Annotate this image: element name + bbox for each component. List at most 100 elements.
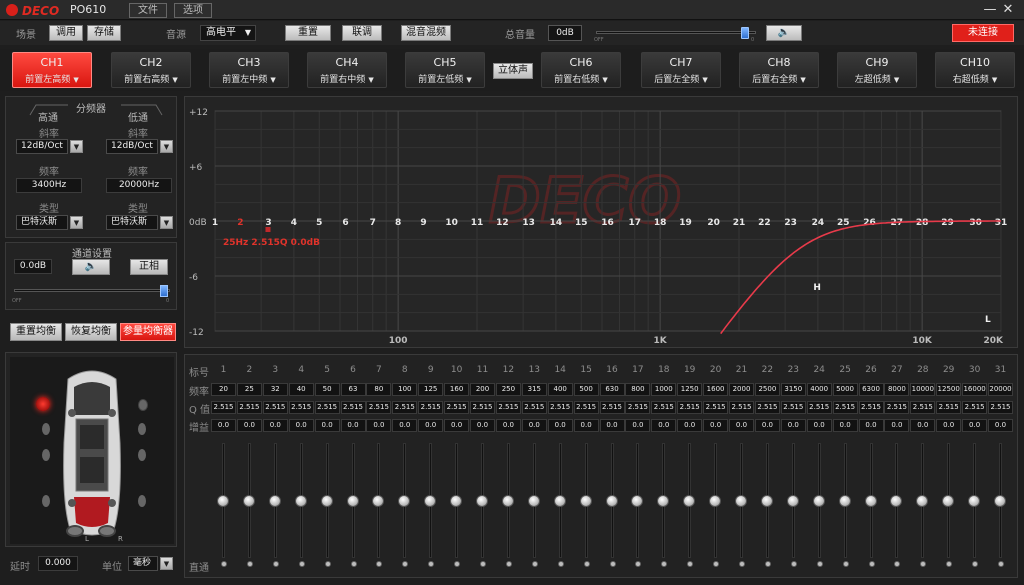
- call-scene-button[interactable]: 调用: [49, 25, 83, 41]
- eq-band-marker[interactable]: 18: [654, 218, 667, 228]
- band-bypass-toggle[interactable]: [816, 561, 823, 567]
- band-frequency-input[interactable]: 40: [288, 383, 314, 396]
- band-gain-handle[interactable]: [683, 494, 696, 507]
- band-bypass-toggle[interactable]: [298, 561, 305, 567]
- band-gain-handle[interactable]: [916, 494, 929, 507]
- band-frequency-input[interactable]: 125: [418, 383, 444, 396]
- band-bypass-toggle[interactable]: [221, 561, 227, 567]
- channel-position-select[interactable]: 前置右高频 ▼: [112, 72, 190, 85]
- hp-type-select[interactable]: 巴特沃斯: [16, 215, 68, 230]
- channel-position-select[interactable]: 后置左全频 ▼: [642, 72, 720, 85]
- band-bypass-toggle[interactable]: [557, 561, 564, 567]
- band-frequency-input[interactable]: 100: [392, 383, 418, 396]
- eq-band-marker[interactable]: 12: [496, 218, 509, 228]
- band-frequency-input[interactable]: 400: [547, 383, 573, 396]
- band-frequency-input[interactable]: 12500: [936, 383, 962, 396]
- lowpass-tab[interactable]: 低通: [128, 109, 148, 124]
- subwoofer-left-icon[interactable]: [66, 525, 84, 537]
- eq-band-marker[interactable]: 9: [420, 218, 426, 228]
- hp-type-dropdown[interactable]: ▼: [70, 216, 83, 229]
- eq-band-marker[interactable]: 23: [784, 218, 797, 228]
- eq-band-marker[interactable]: 21: [733, 218, 746, 228]
- band-gain-input[interactable]: 0.0: [703, 419, 729, 432]
- band-bypass-toggle[interactable]: [246, 561, 253, 567]
- restore-eq-button[interactable]: 恢复均衡: [65, 323, 117, 341]
- band-gain-input[interactable]: 0.0: [573, 419, 599, 432]
- band-q-input[interactable]: 2.515: [729, 401, 754, 414]
- eq-band-marker[interactable]: 4: [291, 218, 297, 228]
- band-bypass-toggle[interactable]: [868, 561, 875, 567]
- band-bypass-toggle[interactable]: [687, 561, 694, 567]
- band-frequency-input[interactable]: 20: [211, 383, 236, 396]
- band-gain-handle[interactable]: [476, 494, 488, 507]
- band-frequency-input[interactable]: 16000: [962, 383, 988, 396]
- channel-position-select[interactable]: 前置左高频 ▼: [13, 72, 91, 85]
- band-q-input[interactable]: 2.515: [236, 401, 262, 414]
- file-menu[interactable]: 文件: [129, 3, 167, 18]
- band-q-input[interactable]: 2.515: [884, 401, 910, 414]
- band-gain-handle[interactable]: [864, 494, 877, 507]
- channel-button-1[interactable]: CH1 前置左高频 ▼: [12, 52, 92, 88]
- band-bypass-toggle[interactable]: [454, 561, 461, 567]
- lp-type-select[interactable]: 巴特沃斯: [106, 215, 158, 230]
- band-frequency-input[interactable]: 32: [262, 383, 288, 396]
- band-q-input[interactable]: 2.515: [392, 401, 418, 414]
- band-q-input[interactable]: 2.515: [418, 401, 444, 414]
- eq-band-marker[interactable]: 3: [265, 218, 271, 228]
- band-bypass-toggle[interactable]: [609, 561, 616, 567]
- save-scene-button[interactable]: 存储: [87, 25, 121, 41]
- speaker-fr-woofer-icon[interactable]: [138, 449, 146, 461]
- channel-position-select[interactable]: 右超低频 ▼: [936, 72, 1014, 85]
- band-q-input[interactable]: 2.515: [936, 401, 962, 414]
- eq-band-marker[interactable]: 7: [370, 218, 376, 228]
- band-gain-handle[interactable]: [579, 494, 592, 507]
- band-bypass-toggle[interactable]: [428, 561, 435, 567]
- eq-band-marker[interactable]: 1: [212, 218, 218, 228]
- band-q-input[interactable]: 2.515: [340, 401, 366, 414]
- band-gain-handle[interactable]: [501, 494, 514, 507]
- band-gain-input[interactable]: 0.0: [418, 419, 444, 432]
- frequency-response-graph[interactable]: DECO +12 +6 0dB -6 -12 100 1K 10K 20K 1 2 3 4 5 6 7 8 9 10 1…: [184, 96, 1018, 348]
- eq-band-marker[interactable]: 11: [471, 218, 484, 228]
- band-frequency-input[interactable]: 315: [521, 383, 547, 396]
- band-gain-input[interactable]: 0.0: [470, 419, 495, 432]
- speaker-fr-mid-icon[interactable]: [138, 423, 146, 435]
- band-gain-handle[interactable]: [942, 494, 955, 507]
- channel-position-select[interactable]: 前置右中频 ▼: [308, 72, 386, 85]
- unit-select[interactable]: 毫秒: [128, 556, 158, 571]
- band-bypass-toggle[interactable]: [402, 561, 409, 567]
- band-bypass-toggle[interactable]: [790, 561, 797, 567]
- band-frequency-input[interactable]: 20000: [988, 383, 1013, 396]
- band-gain-input[interactable]: 0.0: [599, 419, 625, 432]
- band-q-input[interactable]: 2.515: [547, 401, 573, 414]
- eq-band-marker[interactable]: 24: [812, 218, 825, 228]
- band-q-input[interactable]: 2.515: [211, 401, 236, 414]
- band-frequency-input[interactable]: 200: [470, 383, 495, 396]
- band-q-input[interactable]: 2.515: [366, 401, 392, 414]
- band-gain-handle[interactable]: [268, 494, 281, 507]
- band-gain-input[interactable]: 0.0: [651, 419, 677, 432]
- band-q-input[interactable]: 2.515: [806, 401, 832, 414]
- eq-band-marker[interactable]: 2: [237, 218, 243, 228]
- band-q-input[interactable]: 2.515: [521, 401, 547, 414]
- band-gain-input[interactable]: 0.0: [729, 419, 754, 432]
- lp-slope-dropdown[interactable]: ▼: [160, 140, 173, 153]
- speaker-rr-icon[interactable]: [138, 495, 146, 507]
- speaker-rl-icon[interactable]: [42, 495, 50, 507]
- band-gain-input[interactable]: 0.0: [910, 419, 936, 432]
- band-gain-handle[interactable]: [994, 494, 1006, 507]
- channel-button-6[interactable]: CH6 前置右低频 ▼: [541, 52, 621, 88]
- band-gain-input[interactable]: 0.0: [936, 419, 962, 432]
- mix-button[interactable]: 混音混频: [401, 25, 451, 41]
- band-bypass-toggle[interactable]: [946, 561, 953, 567]
- band-gain-input[interactable]: 0.0: [988, 419, 1013, 432]
- mute-button[interactable]: 🔈: [766, 25, 802, 41]
- band-q-input[interactable]: 2.515: [988, 401, 1013, 414]
- band-gain-input[interactable]: 0.0: [392, 419, 418, 432]
- channel-button-2[interactable]: CH2 前置右高频 ▼: [111, 52, 191, 88]
- band-gain-handle[interactable]: [605, 494, 618, 507]
- band-gain-input[interactable]: 0.0: [780, 419, 806, 432]
- band-gain-input[interactable]: 0.0: [314, 419, 340, 432]
- band-gain-input[interactable]: 0.0: [754, 419, 780, 432]
- band-gain-handle[interactable]: [760, 494, 773, 507]
